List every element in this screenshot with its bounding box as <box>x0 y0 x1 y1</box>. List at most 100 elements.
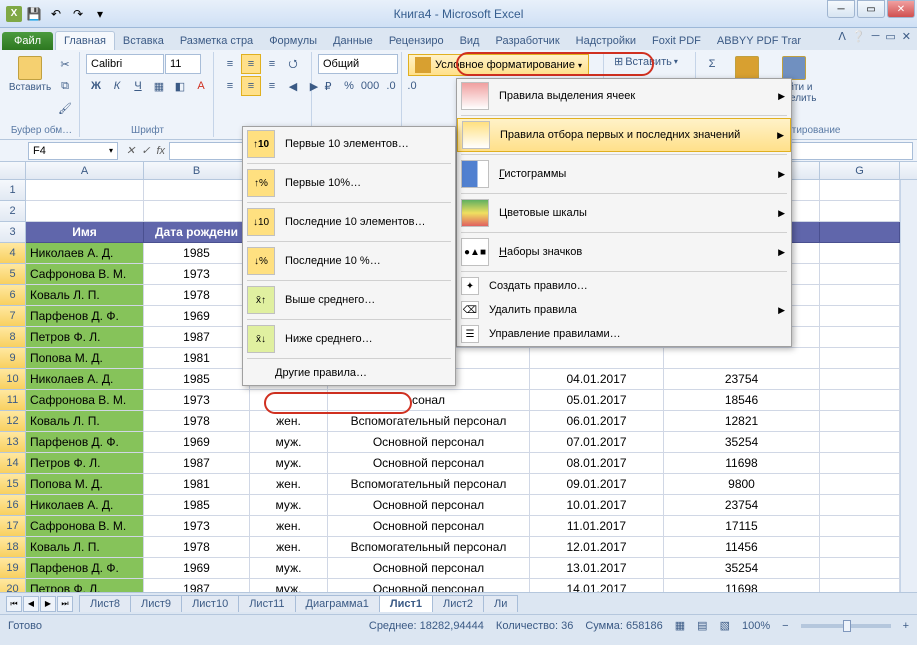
cell[interactable]: Попова М. Д. <box>26 474 144 495</box>
cell[interactable]: Парфенов Д. Ф. <box>26 558 144 579</box>
zoom-out-button[interactable]: − <box>782 620 788 632</box>
row-header[interactable]: 1 <box>0 180 26 201</box>
close-button[interactable]: ✕ <box>887 0 915 18</box>
tab-formulas[interactable]: Формулы <box>261 32 325 50</box>
sheet-tab[interactable]: Диаграмма1 <box>295 595 380 612</box>
cell[interactable]: 12.01.2017 <box>530 537 664 558</box>
cell[interactable]: 1981 <box>144 348 250 369</box>
cell[interactable]: Вспомогательный персонал <box>328 474 530 495</box>
cell[interactable]: жен. <box>250 474 328 495</box>
tab-nav-prev[interactable]: ◀ <box>23 596 39 612</box>
menu-clear-rules[interactable]: ⌫ Удалить правила▶ <box>457 298 791 322</box>
menu-above-average[interactable]: x̄↑ Выше среднего… <box>243 283 455 317</box>
mdi-minimize-icon[interactable]: ─ <box>872 30 880 43</box>
row-header[interactable]: 13 <box>0 432 26 453</box>
underline-button[interactable]: Ч <box>128 76 148 96</box>
cell[interactable]: Парфенов Д. Ф. <box>26 306 144 327</box>
cell[interactable] <box>820 369 900 390</box>
cell[interactable]: Вспомогательный персонал <box>328 537 530 558</box>
mdi-restore-icon[interactable]: ▭ <box>885 30 895 43</box>
row-header[interactable]: 7 <box>0 306 26 327</box>
cell[interactable] <box>530 348 664 369</box>
row-header[interactable]: 15 <box>0 474 26 495</box>
cell[interactable]: 13.01.2017 <box>530 558 664 579</box>
minimize-ribbon-icon[interactable]: ᐱ <box>838 30 846 43</box>
view-pagebreak-icon[interactable]: ▧ <box>720 619 730 632</box>
row-header[interactable]: 12 <box>0 411 26 432</box>
cell[interactable]: 18546 <box>664 390 820 411</box>
cell[interactable]: 06.01.2017 <box>530 411 664 432</box>
menu-top-bottom-rules[interactable]: Правила отбора первых и последних значен… <box>457 118 791 152</box>
comma-button[interactable]: 000 <box>360 76 380 96</box>
sheet-tab[interactable]: Ли <box>483 595 518 612</box>
select-all-corner[interactable] <box>0 162 26 179</box>
tab-nav-last[interactable]: ⏭ <box>57 596 73 612</box>
cell[interactable]: 1987 <box>144 453 250 474</box>
insert-cells-button[interactable]: ⊞Вставить▾ <box>610 54 682 69</box>
cell[interactable]: 11698 <box>664 453 820 474</box>
vertical-scrollbar[interactable] <box>900 180 917 592</box>
tab-nav-first[interactable]: ⏮ <box>6 596 22 612</box>
menu-last10-items[interactable]: ↓10 Последние 10 элементов… <box>243 205 455 239</box>
cell[interactable]: муж. <box>250 558 328 579</box>
menu-manage-rules[interactable]: ☰ Управление правилами… <box>457 322 791 346</box>
menu-icon-sets[interactable]: ●▲■ Наборы значков▶ <box>457 235 791 269</box>
cell[interactable] <box>820 516 900 537</box>
cancel-formula-icon[interactable]: ✕ <box>126 144 135 157</box>
cell[interactable]: Николаев А. Д. <box>26 495 144 516</box>
view-layout-icon[interactable]: ▤ <box>697 619 707 632</box>
cell[interactable] <box>820 411 900 432</box>
row-header[interactable]: 10 <box>0 369 26 390</box>
cell[interactable]: 1987 <box>144 579 250 592</box>
cell[interactable] <box>820 243 900 264</box>
cell[interactable]: 1973 <box>144 516 250 537</box>
cell[interactable] <box>820 348 900 369</box>
undo-button[interactable]: ↶ <box>46 4 66 24</box>
name-box[interactable]: F4▾ <box>28 142 118 160</box>
zoom-in-button[interactable]: + <box>903 620 909 632</box>
sheet-tab[interactable]: Лист11 <box>238 595 295 612</box>
row-header[interactable]: 19 <box>0 558 26 579</box>
inc-decimal-button[interactable]: .0 <box>381 76 401 96</box>
orientation-button[interactable]: ⭯ <box>283 54 303 74</box>
row-header[interactable]: 18 <box>0 537 26 558</box>
font-color-button[interactable]: A <box>191 76 211 96</box>
cell[interactable]: 1969 <box>144 432 250 453</box>
cell[interactable]: 23754 <box>664 495 820 516</box>
percent-button[interactable]: % <box>339 76 359 96</box>
paste-button[interactable]: Вставить <box>8 54 52 95</box>
cell[interactable]: 04.01.2017 <box>530 369 664 390</box>
cell[interactable]: 1978 <box>144 411 250 432</box>
cell[interactable] <box>820 390 900 411</box>
tab-insert[interactable]: Вставка <box>115 32 172 50</box>
cell[interactable]: 11.01.2017 <box>530 516 664 537</box>
fx-icon[interactable]: fx <box>156 145 165 157</box>
cell[interactable]: 23754 <box>664 369 820 390</box>
cell[interactable]: Коваль Л. П. <box>26 411 144 432</box>
cell[interactable]: 1985 <box>144 495 250 516</box>
cell[interactable]: 11456 <box>664 537 820 558</box>
cell[interactable]: муж. <box>250 432 328 453</box>
align-middle-button[interactable]: ≡ <box>241 54 261 74</box>
cell[interactable]: Сафронова В. М. <box>26 390 144 411</box>
cell[interactable]: Николаев А. Д. <box>26 243 144 264</box>
tab-home[interactable]: Главная <box>55 31 115 50</box>
currency-button[interactable]: ₽ <box>318 76 338 96</box>
cell[interactable] <box>664 348 820 369</box>
cell[interactable]: 1985 <box>144 243 250 264</box>
number-format-combo[interactable]: Общий <box>318 54 398 74</box>
tab-nav-next[interactable]: ▶ <box>40 596 56 612</box>
cell[interactable]: Основной персонал <box>328 579 530 592</box>
cell[interactable]: муж. <box>250 453 328 474</box>
menu-other-rules[interactable]: Другие правила… <box>243 361 455 385</box>
cell[interactable] <box>250 390 328 411</box>
cell[interactable]: 11698 <box>664 579 820 592</box>
cell[interactable]: Сафронова В. М. <box>26 516 144 537</box>
italic-button[interactable]: К <box>107 76 127 96</box>
cell[interactable]: Попова М. Д. <box>26 348 144 369</box>
align-center-button[interactable]: ≡ <box>241 76 261 96</box>
redo-button[interactable]: ↷ <box>68 4 88 24</box>
menu-last10-percent[interactable]: ↓% Последние 10 %… <box>243 244 455 278</box>
save-button[interactable]: 💾 <box>24 4 44 24</box>
row-header[interactable]: 17 <box>0 516 26 537</box>
